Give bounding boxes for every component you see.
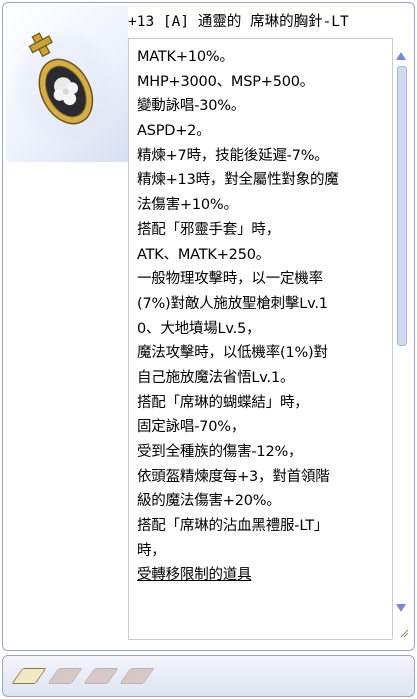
description-line: 受到全種族的傷害-12%，	[137, 444, 303, 460]
description-line: 魔法攻擊時，以低機率(1%)對	[137, 345, 328, 362]
card-slot-bar	[2, 655, 415, 697]
item-description-panel: MATK+10%。 MHP+3000、MSP+500。 變動詠唱-30%。 AS…	[128, 38, 393, 640]
description-line: ASPD+2。	[137, 123, 211, 140]
resize-grip-icon[interactable]	[399, 628, 409, 638]
item-info-window: +13 [A] 通靈的 席琳的胸針-LT MATK+10%。 MHP+3000、…	[0, 0, 417, 699]
description-line: 變動詠唱-30%。	[137, 98, 246, 115]
scroll-up-icon[interactable]	[396, 52, 406, 60]
description-line: MHP+3000、MSP+500。	[137, 73, 315, 90]
description-line: 自己施放魔法省悟Lv.1。	[137, 369, 295, 386]
item-title: +13 [A] 通靈的 席琳的胸針-LT	[128, 14, 349, 30]
description-line: 法傷害+10%。	[137, 197, 238, 214]
description-line: 一般物理攻擊時，以一定機率	[137, 271, 323, 288]
scroll-down-icon[interactable]	[396, 604, 406, 612]
brooch-icon	[12, 28, 116, 144]
description-line: 精煉+7時，技能後延遲-7%。	[137, 147, 329, 164]
description-line: 搭配「席琳的沾血黑禮服-LT」	[137, 518, 329, 535]
description-line: 依頭盔精煉度每+3，對首領階	[137, 468, 330, 485]
item-description: MATK+10%。 MHP+3000、MSP+500。 變動詠唱-30%。 AS…	[137, 45, 389, 588]
empty-slot-icon	[119, 668, 155, 684]
description-line: 精煉+13時，對全屬性對象的魔	[137, 172, 339, 189]
restriction-link[interactable]: 受轉移限制的道具	[137, 563, 389, 588]
description-line: 固定詠唱-70%，	[137, 419, 246, 436]
scroll-thumb[interactable]	[397, 66, 407, 346]
description-line: (7%)對敵人施放聖槍刺擊Lv.1	[137, 295, 328, 312]
description-line: 0、大地墳場Lv.5，	[137, 320, 261, 337]
description-line: 級的魔法傷害+20%。	[137, 493, 281, 510]
item-picture-panel	[6, 6, 128, 162]
description-line: ATK、MATK+250。	[137, 246, 271, 263]
description-line: 搭配「邪靈手套」時，	[137, 221, 280, 238]
description-line: 時，	[137, 542, 166, 559]
card-slot-icon[interactable]	[11, 668, 47, 684]
empty-slot-icon	[47, 668, 83, 684]
empty-slot-icon	[83, 668, 119, 684]
description-line: 搭配「席琳的蝴蝶結」時，	[137, 394, 309, 411]
description-line: MATK+10%。	[137, 49, 234, 65]
description-scrollbar[interactable]	[392, 38, 409, 638]
